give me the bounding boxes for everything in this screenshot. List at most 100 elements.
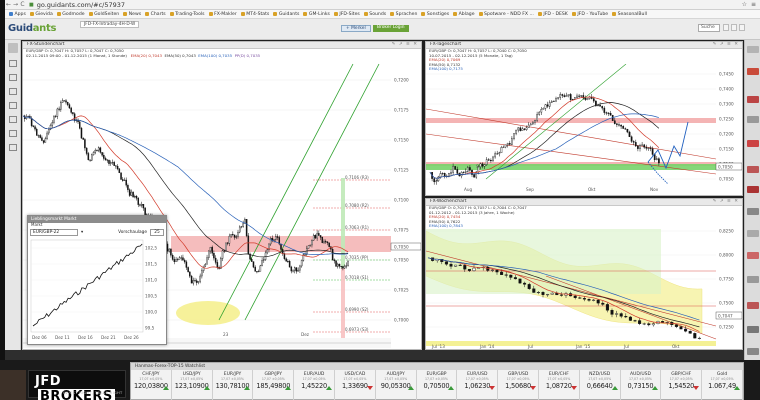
arrow-up-icon xyxy=(652,386,659,390)
tab-desktop[interactable]: JFD-FX-Intraday-4H-D-W xyxy=(80,21,140,28)
calendar-icon[interactable] xyxy=(9,130,17,137)
watchlist-item[interactable]: EUR/CHF 17,07 ±0,05% 1,08720 xyxy=(539,370,580,400)
bell-icon[interactable] xyxy=(9,144,17,151)
panel-controls[interactable]: ✎ ↗ ≡ ✕ xyxy=(713,199,742,205)
bookmark-item[interactable]: Trading-Tools xyxy=(169,12,205,17)
watchlist-item[interactable]: USD/CAD 17,07 ±0,05% 1,33690 xyxy=(335,370,376,400)
price-candle xyxy=(63,100,66,102)
avatar[interactable] xyxy=(8,43,18,53)
price-candle xyxy=(347,260,349,266)
watchlist-item[interactable]: NZD/USD 17,07 ±0,05% 0,66640 xyxy=(580,370,621,400)
bookmark-item[interactable]: GoldSeiten xyxy=(88,12,119,17)
mini-chart-popup[interactable]: Lieblingsmarkt Markt Markt EUR/GBP-22 ▾ … xyxy=(27,215,167,345)
watchlist-item[interactable]: GBP/JPY 17,07 ±0,05% 185,49800 xyxy=(253,370,295,400)
x-tick-label: Dez 21 xyxy=(101,335,116,340)
expert-avatar-14[interactable] xyxy=(747,348,759,355)
watchlist-item[interactable]: EUR/AUD 17,07 ±0,05% 1,45220 xyxy=(294,370,335,400)
chart-icon[interactable] xyxy=(9,74,17,81)
bookmark-item[interactable]: SeasonalBull xyxy=(612,12,647,17)
user-icon[interactable] xyxy=(731,24,737,31)
price-candle xyxy=(316,233,318,239)
bookmark-item[interactable]: Sounds xyxy=(363,12,386,17)
expert-avatar-13[interactable] xyxy=(747,326,759,333)
broker-login-button[interactable]: Broker Login xyxy=(373,25,409,32)
bookmark-item[interactable]: GM-Links xyxy=(303,12,330,17)
watchlist-item[interactable]: EUR/JPY 17,07 ±0,05% 130,78100 xyxy=(213,370,254,400)
watchlist-item[interactable]: GBP/CHF 17,07 ±0,05% 1,54520 xyxy=(661,370,703,400)
mini-number-input[interactable]: 25 xyxy=(150,229,164,237)
watchlist-item[interactable]: CHF/JPY 17,07 ±0,05% 120,03800 xyxy=(131,370,172,400)
bookmark-item[interactable]: Ablage xyxy=(453,12,475,17)
bookmark-item[interactable]: FX-Makler xyxy=(208,12,237,17)
expert-avatar-5[interactable] xyxy=(747,140,759,147)
expert-avatar-2[interactable] xyxy=(747,68,759,75)
folder-icon xyxy=(453,12,458,16)
price-candle xyxy=(487,159,490,161)
bookmark-item[interactable]: Sprachen xyxy=(390,12,417,17)
search-input[interactable]: Suche xyxy=(698,24,720,32)
price-candle xyxy=(607,112,610,114)
url-field[interactable]: go.guidants.com/#c/57937 xyxy=(37,1,125,9)
forward-arrow-icon[interactable]: → xyxy=(12,1,19,8)
price-candle xyxy=(41,137,43,141)
bookmark-item[interactable]: Sonstiges xyxy=(421,12,449,17)
bookmark-item[interactable]: JFD - DESK xyxy=(537,12,568,17)
menu-icon[interactable]: ≡ xyxy=(751,1,756,8)
watchlist-item[interactable]: GBP/USD 17,07 ±0,05% 1,50680 xyxy=(498,370,539,400)
watchlist-item[interactable]: AUD/USD 17,07 ±0,05% 0,73150 xyxy=(621,370,662,400)
guidants-logo[interactable]: Guidants xyxy=(8,23,56,34)
price-candle xyxy=(72,112,74,115)
panel-controls[interactable]: ✎ ↗ ≡ ✕ xyxy=(713,42,742,48)
price-candle xyxy=(58,108,60,110)
expert-avatar-3[interactable] xyxy=(747,96,759,103)
pivot-bar-green xyxy=(341,178,345,269)
daily-chart-canvas[interactable]: 0,74500,74000,73000,72500,72000,71500,71… xyxy=(426,64,742,194)
expert-avatar-11[interactable] xyxy=(747,276,759,283)
bookmark-item[interactable]: JFD-Sites xyxy=(333,12,360,17)
expert-avatar-7[interactable] xyxy=(747,186,759,193)
weekly-chart-canvas[interactable]: 0,8250 0,8000 0,7750 0,7500 0,7250 0,7047 Jul … xyxy=(426,221,742,349)
back-arrow-icon[interactable]: ← xyxy=(5,1,12,8)
desktop-icon[interactable] xyxy=(9,60,17,67)
bookmark-item[interactable]: Gievida xyxy=(29,12,53,17)
bookmark-item[interactable]: Apps xyxy=(9,12,26,17)
message-icon[interactable] xyxy=(9,116,17,123)
watchlist-item[interactable]: Gold 17,07 ±0,05% 1.067,49 xyxy=(702,370,743,400)
expert-avatar-9[interactable] xyxy=(747,230,759,237)
news-icon[interactable] xyxy=(9,102,17,109)
bookmark-label: Apps xyxy=(14,11,26,17)
expert-avatar-4[interactable] xyxy=(747,116,759,123)
panel-controls[interactable]: ✎ ↗ ≡ ✕ xyxy=(392,42,421,48)
reload-icon[interactable]: C xyxy=(19,1,26,8)
chevron-down-icon[interactable]: ▾ xyxy=(81,230,83,235)
price-candle xyxy=(311,240,313,246)
watchlist-item[interactable]: EUR/USD 17,07 ±0,05% 1,06230 xyxy=(457,370,499,400)
settings-icon[interactable] xyxy=(723,24,729,31)
watchlist-item[interactable]: AUD/JPY 17,07 ±0,05% 90,05300 xyxy=(376,370,417,400)
expert-avatar-1[interactable] xyxy=(747,46,759,53)
symbol-select[interactable]: EUR/GBP-22 xyxy=(30,229,78,237)
bookmark-item[interactable]: Godmode xyxy=(56,12,85,17)
follow-button[interactable]: + Merkel xyxy=(341,25,371,32)
price-candle xyxy=(523,128,526,130)
price-candle xyxy=(679,326,683,330)
expert-avatar-12[interactable] xyxy=(747,302,759,309)
layout-icon[interactable] xyxy=(739,24,745,31)
bookmark-item[interactable]: Spotware - NDD FX ... xyxy=(478,12,534,17)
bookmark-star-icon[interactable]: ☆ xyxy=(742,1,747,8)
price-candle xyxy=(283,253,286,260)
bookmark-item[interactable]: MT4-Stats xyxy=(240,12,269,17)
y-tick-label: 0,7125 xyxy=(394,168,409,173)
watchlist-item[interactable]: EUR/GBP 17,07 ±0,05% 0,70500 xyxy=(417,370,458,400)
expert-avatar-8[interactable] xyxy=(747,208,759,215)
expert-avatar-10[interactable] xyxy=(747,252,759,259)
expert-avatar-6[interactable] xyxy=(747,166,759,173)
bookmark-item[interactable]: Guidants xyxy=(273,12,299,17)
bookmark-item[interactable]: News xyxy=(123,12,141,17)
price-candle xyxy=(544,104,547,109)
bookmark-item[interactable]: JFD - YouTube xyxy=(571,12,608,17)
list-icon[interactable] xyxy=(9,88,17,95)
watchlist-item[interactable]: USD/JPY 17,07 ±0,05% 123,10900 xyxy=(172,370,213,400)
bookmark-item[interactable]: Charts xyxy=(145,12,166,17)
price-candle xyxy=(651,148,654,155)
